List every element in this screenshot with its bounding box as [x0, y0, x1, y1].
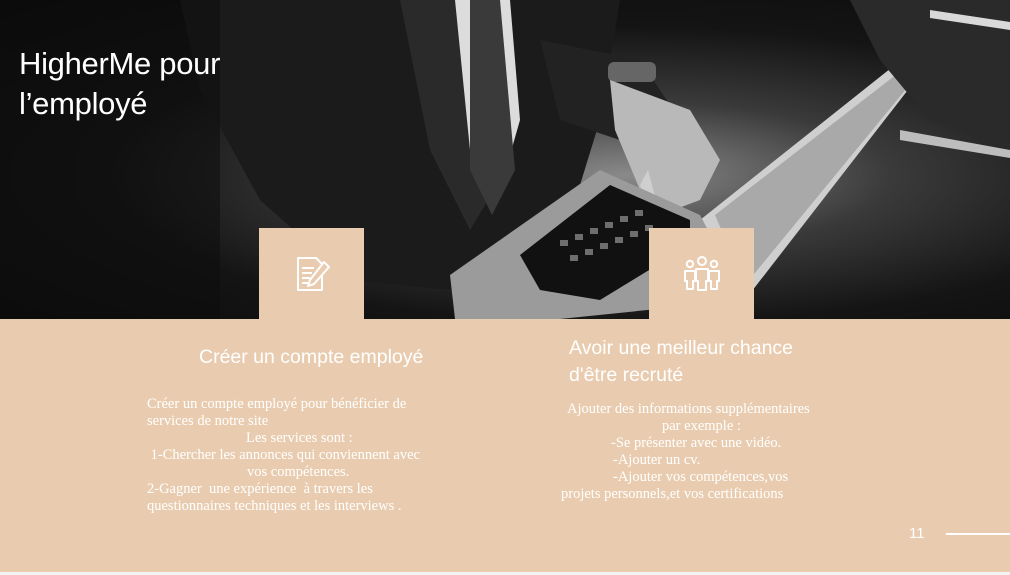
icon-box-left — [259, 228, 364, 319]
card-left-line: Créer un compte employé pour bénéficier … — [147, 396, 407, 412]
card-left-line: questionnaires techniques et les intervi… — [147, 498, 402, 514]
slide-title: HigherMe pour l’employé — [19, 44, 220, 124]
card-left-line: Les services sont : — [246, 430, 353, 446]
slide-title-line2: l’employé — [19, 86, 148, 121]
card-left-line: 1-Chercher les annonces qui conviennent … — [147, 447, 420, 463]
card-left-line: services de notre site — [147, 413, 269, 429]
card-right-line: -Ajouter vos compétences,vos — [613, 469, 789, 485]
slide-title-line1: HigherMe pour — [19, 46, 221, 81]
card-right-line: -Ajouter un cv. — [613, 452, 701, 468]
card-right-heading: Avoir une meilleur chance d'être recruté — [569, 335, 793, 389]
card-right-heading-line1: Avoir une meilleur chance — [569, 337, 794, 359]
document-edit-icon — [296, 256, 330, 291]
card-right-line: par exemple : — [662, 418, 741, 434]
card-left-line: 2-Gagner une expérience à travers les — [147, 481, 373, 497]
card-left-body: Créer un compte employé pour bénéficier … — [147, 396, 467, 515]
card-right-line: -Se présenter avec une vidéo. — [611, 435, 782, 451]
card-left-heading: Créer un compte employé — [199, 346, 424, 368]
card-left-line: vos compétences. — [247, 464, 350, 480]
card-right-heading-line2: d'être recruté — [569, 364, 684, 386]
card-right-line: projets personnels,et vos certifications — [561, 486, 784, 502]
card-right-line: Ajouter des informations supplémentaires — [567, 401, 810, 417]
group-people-icon — [683, 255, 720, 291]
icon-box-right — [649, 228, 754, 319]
card-right-body: Ajouter des informations supplémentaires… — [561, 401, 861, 503]
page-number: 11 — [909, 525, 925, 542]
page-divider-line — [946, 533, 1010, 535]
